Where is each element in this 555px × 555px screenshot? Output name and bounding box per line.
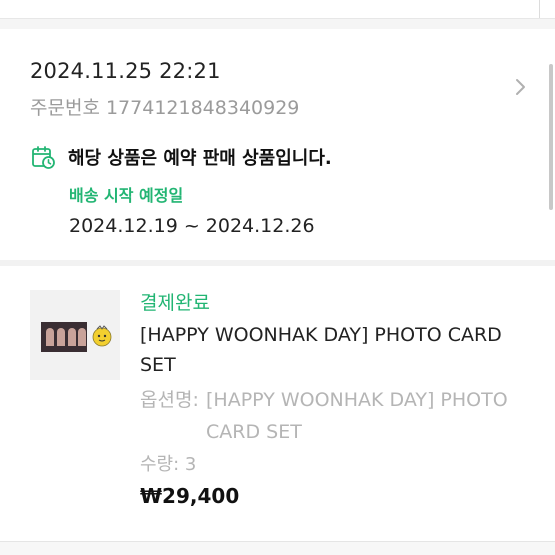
order-item-card[interactable]: 결제완료 [HAPPY WOONHAK DAY] PHOTO CARD SET … bbox=[0, 266, 555, 540]
option-label: 옵션명: bbox=[140, 389, 199, 411]
scrollbar[interactable] bbox=[549, 64, 553, 210]
order-number-value: 1774121848340929 bbox=[105, 97, 300, 119]
order-summary-card[interactable]: 2024.11.25 22:21 주문번호 1774121848340929 해… bbox=[0, 29, 555, 260]
quantity-label: 수량: bbox=[140, 454, 180, 475]
order-datetime: 2024.11.25 22:21 bbox=[30, 59, 221, 83]
top-divider bbox=[539, 0, 540, 18]
order-number-label: 주문번호 bbox=[30, 97, 100, 119]
character-emblem-icon bbox=[92, 325, 112, 347]
preorder-notice-row: 해당 상품은 예약 판매 상품입니다. bbox=[30, 144, 332, 170]
section-gap bbox=[0, 19, 555, 29]
calendar-clock-icon bbox=[32, 146, 55, 169]
order-number: 주문번호 1774121848340929 bbox=[30, 93, 299, 120]
top-card-remnant bbox=[0, 0, 555, 19]
quantity: 수량: 3 bbox=[140, 450, 196, 476]
preorder-notice-text: 해당 상품은 예약 판매 상품입니다. bbox=[68, 148, 332, 169]
ship-start-label: 배송 시작 예정일 bbox=[69, 186, 184, 205]
payment-status: 결제완료 bbox=[140, 292, 210, 314]
photo-card-image bbox=[41, 322, 87, 352]
section-gap bbox=[0, 542, 555, 555]
chevron-right-icon[interactable] bbox=[512, 75, 530, 99]
product-thumbnail[interactable] bbox=[30, 290, 120, 380]
option-value: [HAPPY WOONHAK DAY] PHOTO CARD SET bbox=[206, 389, 508, 443]
item-price: ₩29,400 bbox=[140, 484, 240, 508]
ship-date-range: 2024.12.19 ~ 2024.12.26 bbox=[69, 215, 315, 237]
product-title[interactable]: [HAPPY WOONHAK DAY] PHOTO CARD SET bbox=[140, 320, 530, 380]
quantity-value: 3 bbox=[184, 454, 197, 475]
